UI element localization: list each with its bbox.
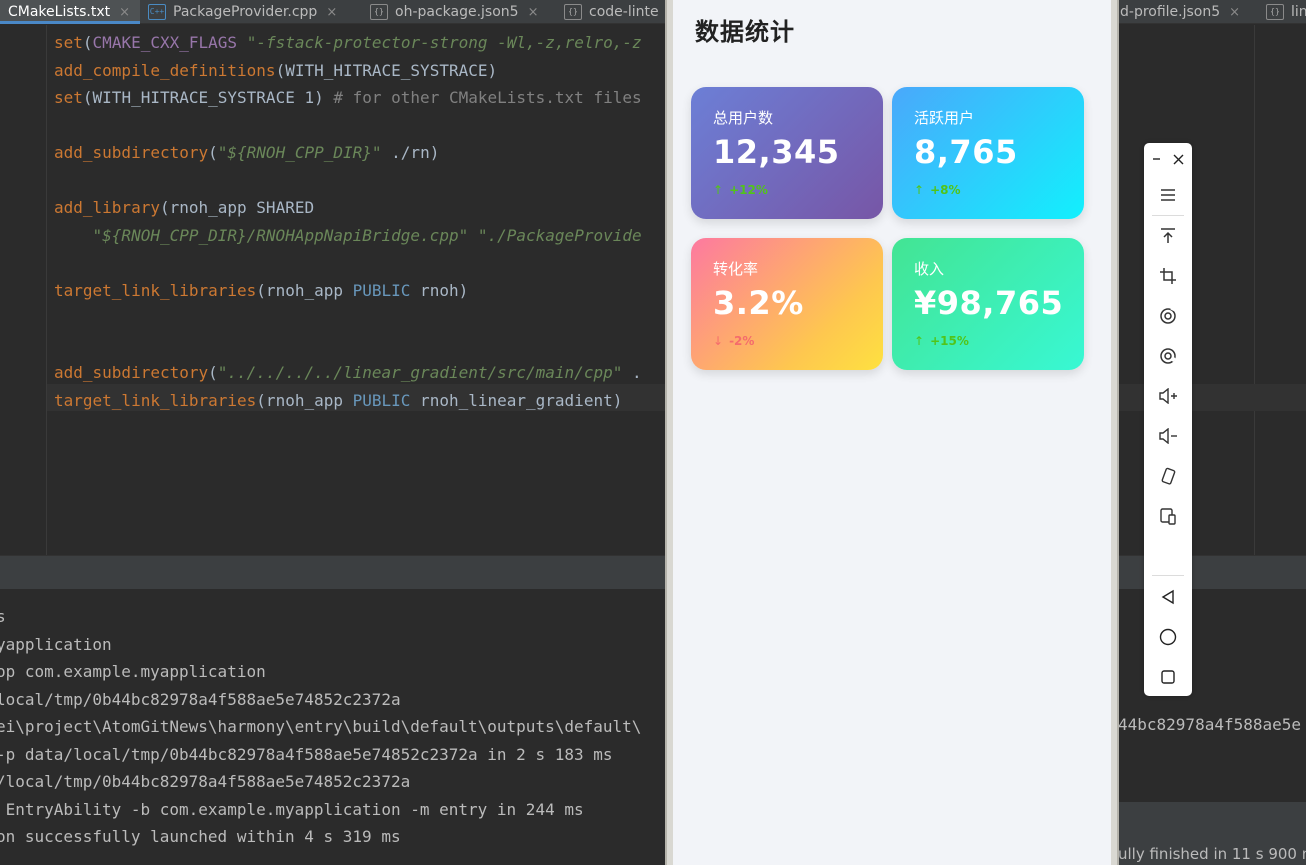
console-line: local/tmp/0b44bc82978a4f588ae5e74852c237… — [0, 689, 401, 709]
change-value: +8% — [930, 183, 961, 197]
close-icon[interactable]: × — [528, 5, 539, 20]
tab-label: PackageProvider.cpp — [173, 4, 318, 20]
stat-value: 12,345 — [713, 133, 840, 171]
code-line: "${RNOH_CPP_DIR}/RNOHAppNapiBridge.cpp" … — [92, 225, 642, 245]
build-status-text: ully finished in 11 s 900 ms — [1118, 845, 1306, 863]
code-line: add_subdirectory("${RNOH_CPP_DIR}" ./rn) — [54, 143, 440, 162]
rotate-right-icon[interactable] — [1154, 302, 1182, 330]
tab-label: lin — [1291, 4, 1306, 20]
tab-code-linter[interactable]: {} code-linte — [564, 0, 659, 24]
stat-value: ¥98,765 — [914, 284, 1064, 322]
crop-screenshot-icon[interactable] — [1154, 262, 1182, 290]
console-line: -p data/local/tmp/0b44bc82978a4f588ae5e7… — [0, 744, 613, 764]
back-icon[interactable] — [1154, 583, 1182, 611]
change-value: +12% — [729, 183, 768, 197]
arrow-up-icon: ↑ — [914, 183, 925, 197]
stat-card-revenue[interactable]: 收入 ¥98,765 ↑ +15% — [892, 238, 1084, 370]
console-line: op com.example.myapplication — [0, 662, 266, 681]
volume-down-icon[interactable] — [1154, 422, 1182, 450]
rotate-left-icon[interactable] — [1154, 342, 1182, 370]
stat-value: 8,765 — [914, 133, 1018, 171]
console-line: EntryAbility -b com.example.myapplicatio… — [0, 799, 584, 819]
tab-label: d-profile.json5 — [1120, 4, 1221, 20]
close-icon[interactable]: × — [1229, 5, 1240, 20]
arrow-down-icon: ↓ — [713, 334, 724, 348]
stat-card-conversion-rate[interactable]: 转化率 3.2% ↓ -2% — [691, 238, 883, 370]
tab-label: code-linte — [589, 4, 659, 20]
stat-change: ↑ +15% — [914, 334, 969, 348]
code-line: target_link_libraries(rnoh_app PUBLIC rn… — [54, 280, 469, 300]
stat-label: 转化率 — [713, 260, 759, 278]
console-line: on successfully launched within 4 s 319 … — [0, 827, 401, 846]
json-file-icon: {} — [1266, 4, 1284, 20]
code-line: add_subdirectory("../../../../linear_gra… — [54, 363, 642, 382]
stat-value: 3.2% — [713, 284, 804, 322]
multi-device-icon[interactable] — [1154, 502, 1182, 530]
code-line: add_library(rnoh_app SHARED — [54, 198, 315, 217]
gutter-divider — [46, 25, 47, 555]
console-line: ei\project\AtomGitNews\harmony\entry\bui… — [0, 717, 642, 736]
emulator-toolbar — [1144, 143, 1192, 696]
arrow-up-icon: ↑ — [713, 183, 724, 197]
change-value: -2% — [729, 334, 755, 348]
tab-oh-package[interactable]: {} oh-package.json5 × — [370, 0, 538, 24]
console-line: /local/tmp/0b44bc82978a4f588ae5e74852c23… — [0, 772, 411, 791]
menu-icon[interactable] — [1154, 181, 1182, 209]
stat-card-total-users[interactable]: 总用户数 12,345 ↑ +12% — [691, 87, 883, 219]
home-icon[interactable] — [1154, 623, 1182, 651]
volume-up-icon[interactable] — [1154, 382, 1182, 410]
console-output-fragment: 44bc82978a4f588ae5e — [1118, 715, 1302, 734]
tab-cmakelists[interactable]: CMakeLists.txt × — [0, 0, 140, 24]
shake-icon[interactable] — [1154, 462, 1182, 490]
code-line: set(CMAKE_CXX_FLAGS "-fstack-protector-s… — [54, 33, 642, 52]
close-icon[interactable]: × — [326, 5, 337, 20]
pin-to-top-icon[interactable] — [1154, 222, 1182, 250]
right-margin-guide — [1254, 25, 1255, 555]
stat-change: ↑ +12% — [713, 183, 768, 197]
stat-label: 收入 — [914, 260, 945, 278]
page-title: 数据统计 — [695, 18, 795, 46]
tab-packageprovider[interactable]: C++ PackageProvider.cpp × — [148, 0, 337, 24]
tab-lint[interactable]: {} lin — [1266, 0, 1306, 24]
code-line: set(WITH_HITRACE_SYSTRACE 1) # for other… — [54, 88, 642, 107]
console-line: s — [0, 607, 6, 626]
stat-card-active-users[interactable]: 活跃用户 8,765 ↑ +8% — [892, 87, 1084, 219]
change-value: +15% — [930, 334, 969, 348]
tab-label: CMakeLists.txt — [8, 4, 111, 20]
recents-icon[interactable] — [1154, 663, 1182, 691]
code-content[interactable]: set(CMAKE_CXX_FLAGS "-fstack-protector-s… — [54, 29, 642, 414]
code-line: target_link_libraries(rnoh_app PUBLIC rn… — [54, 390, 623, 410]
stat-label: 总用户数 — [713, 109, 774, 127]
arrow-up-icon: ↑ — [914, 334, 925, 348]
cpp-file-icon: C++ — [148, 4, 166, 20]
stat-label: 活跃用户 — [914, 109, 975, 127]
close-icon[interactable]: × — [119, 5, 130, 20]
close-icon[interactable] — [1173, 149, 1187, 169]
json-file-icon: {} — [564, 4, 582, 20]
stat-change: ↑ +8% — [914, 183, 961, 197]
tab-build-profile[interactable]: d-profile.json5 × — [1120, 0, 1240, 24]
json-file-icon: {} — [370, 4, 388, 20]
console-output: s yapplication op com.example.myapplicatio… — [0, 603, 641, 851]
code-line: add_compile_definitions(WITH_HITRACE_SYS… — [54, 60, 498, 80]
tab-label: oh-package.json5 — [395, 4, 519, 20]
phone-screen[interactable]: 数据统计 总用户数 12,345 ↑ +12% 活跃用户 8,765 ↑ +8% 转… — [673, 0, 1111, 865]
minimize-icon[interactable] — [1152, 149, 1164, 169]
console-line: yapplication — [0, 634, 112, 654]
stat-change: ↓ -2% — [713, 334, 754, 348]
